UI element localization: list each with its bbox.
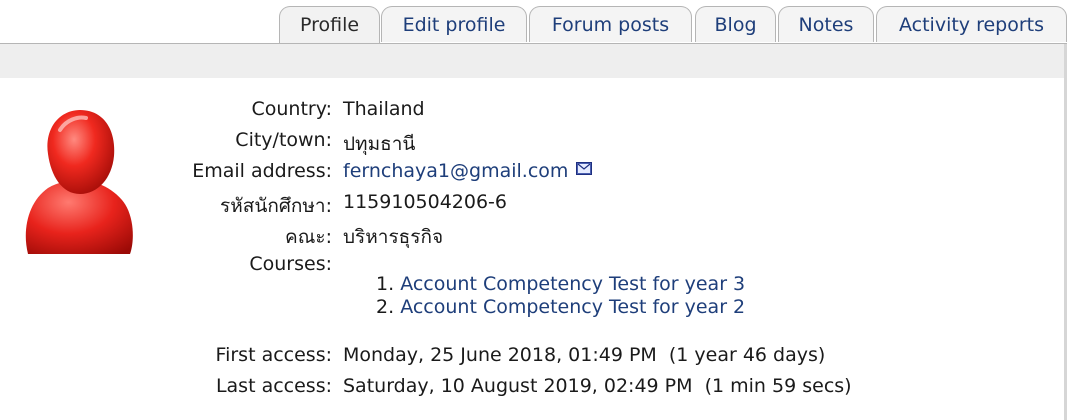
city-value: ปทุมธานี bbox=[343, 133, 416, 155]
tab-forum-posts[interactable]: Forum posts bbox=[529, 6, 692, 42]
tab-profile[interactable]: Profile bbox=[279, 6, 380, 43]
last-access-value: Saturday, 10 August 2019, 02:49 PM (1 mi… bbox=[343, 375, 852, 397]
student-id-label: รหัสนักศึกษา: bbox=[220, 195, 332, 217]
tab-label: Profile bbox=[299, 14, 360, 36]
tab-label: Notes bbox=[798, 13, 854, 36]
faculty-value: บริหารธุรกิจ bbox=[343, 226, 444, 248]
city-label: City/town: bbox=[235, 129, 332, 151]
list-item: 1. Account Competency Test for year 3 bbox=[376, 273, 745, 295]
courses-label: Courses: bbox=[249, 253, 332, 275]
tab-label: Forum posts bbox=[551, 13, 670, 36]
email-label: Email address: bbox=[192, 160, 332, 182]
tab-blog[interactable]: Blog bbox=[695, 6, 776, 42]
course-number: 2. bbox=[376, 296, 395, 318]
last-access-label: Last access: bbox=[215, 375, 332, 397]
tab-label: Blog bbox=[714, 13, 757, 36]
user-avatar-icon[interactable] bbox=[18, 104, 138, 262]
student-id-value: 115910504206-6 bbox=[343, 191, 508, 213]
faculty-label: คณะ: bbox=[285, 226, 332, 248]
tab-bar: Profile Edit profile Forum posts Blog No… bbox=[0, 0, 1067, 44]
tab-label: Activity reports bbox=[898, 13, 1045, 36]
first-access-label: First access: bbox=[215, 344, 332, 366]
tab-notes[interactable]: Notes bbox=[778, 6, 874, 42]
tab-label: Edit profile bbox=[402, 13, 506, 36]
list-item: 2. Account Competency Test for year 2 bbox=[376, 296, 745, 318]
country-value: Thailand bbox=[343, 98, 425, 120]
email-field: fernchaya1@gmail.com bbox=[343, 160, 568, 182]
first-access-value: Monday, 25 June 2018, 01:49 PM (1 year 4… bbox=[343, 344, 826, 366]
header-strip bbox=[0, 44, 1064, 78]
email-link[interactable]: fernchaya1@gmail.com bbox=[343, 160, 568, 182]
country-label: Country: bbox=[251, 98, 333, 120]
course-number: 1. bbox=[376, 273, 395, 295]
tab-edit-profile[interactable]: Edit profile bbox=[381, 6, 527, 42]
tab-activity-reports[interactable]: Activity reports bbox=[876, 6, 1067, 42]
envelope-icon[interactable] bbox=[576, 162, 592, 175]
course-link[interactable]: Account Competency Test for year 3 bbox=[400, 273, 745, 295]
course-link[interactable]: Account Competency Test for year 2 bbox=[400, 296, 745, 318]
